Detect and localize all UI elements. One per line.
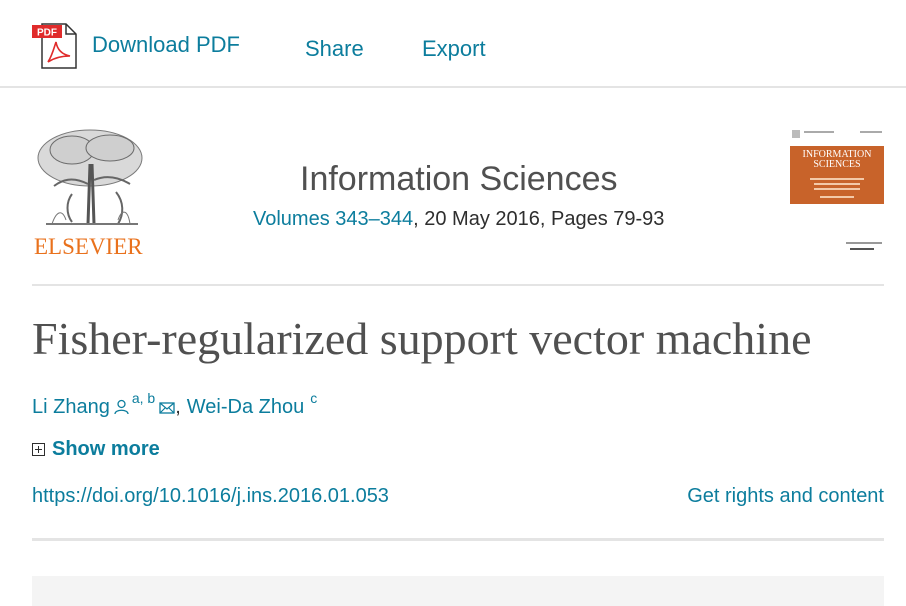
download-pdf-label: Download PDF [92,32,240,57]
highlights-panel [32,576,884,606]
section-divider [32,538,884,541]
elsevier-logo[interactable]: ELSEVIER [32,124,152,260]
show-more-button[interactable]: Show more [32,438,160,461]
doi-link[interactable]: https://doi.org/10.1016/j.ins.2016.01.05… [32,485,389,508]
article-title: Fisher-regularized support vector machin… [32,313,812,364]
cover-title-text: INFORMATION SCIENCES [802,150,872,170]
export-link[interactable]: Export [422,36,486,62]
share-link[interactable]: Share [305,36,364,62]
author-affiliation-li-zhang[interactable]: a, b [132,390,155,406]
header-divider [32,284,884,286]
author-link-li-zhang[interactable]: Li Zhang [32,396,110,419]
pdf-badge-text: PDF [37,28,57,39]
journal-title[interactable]: Information Sciences [300,160,618,199]
get-rights-link[interactable]: Get rights and content [687,485,884,508]
toolbar-divider [0,86,906,88]
volumes-link[interactable]: Volumes 343–344 [253,208,413,230]
person-icon[interactable] [114,398,129,421]
article-toolbar: PDF Download PDF Share Export [0,0,906,86]
journal-cover-thumbnail[interactable]: INFORMATION SCIENCES [790,128,884,256]
pdf-file-icon: PDF [32,22,78,70]
download-pdf-button[interactable]: PDF Download PDF [32,22,240,70]
show-more-label: Show more [52,438,160,460]
issue-info: Volumes 343–344, 20 May 2016, Pages 79-9… [253,208,664,231]
expand-plus-icon [32,443,45,456]
author-affiliation-wei-da-zhou[interactable]: c [310,390,317,406]
email-icon[interactable] [159,398,175,421]
journal-header: ELSEVIER Information Sciences Volumes 34… [32,120,884,270]
author-list: Li Zhang a, b , Wei-Da Zhou c [32,390,317,421]
author-link-wei-da-zhou[interactable]: Wei-Da Zhou [187,396,304,419]
elsevier-wordmark: ELSEVIER [34,234,143,259]
author-separator: , [175,396,181,418]
issue-date-pages: , 20 May 2016, Pages 79-93 [413,208,665,230]
